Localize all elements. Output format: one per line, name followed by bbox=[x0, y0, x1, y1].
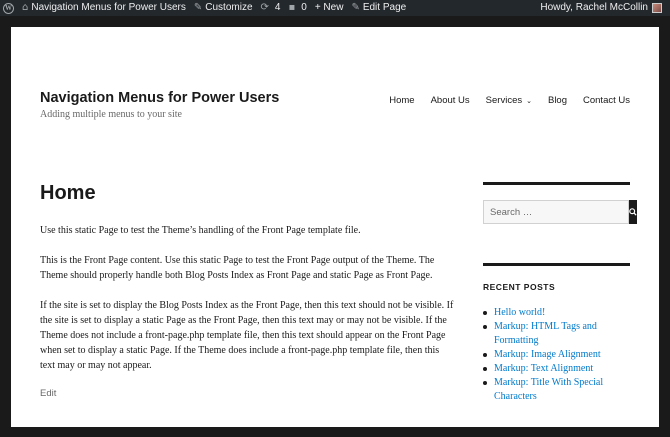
admin-account[interactable]: Howdy, Rachel McCollin bbox=[540, 0, 670, 16]
site-title[interactable]: Navigation Menus for Power Users bbox=[40, 90, 279, 106]
nav-item-label: Blog bbox=[547, 95, 567, 106]
entry-paragraph-3: If the site is set to display the Blog P… bbox=[40, 300, 454, 371]
updates-count: 4 bbox=[274, 2, 281, 13]
nav-item-home[interactable]: Home bbox=[389, 95, 414, 106]
admin-comments[interactable]: ▪ 0 bbox=[284, 0, 310, 16]
search-input[interactable] bbox=[483, 200, 629, 224]
admin-bar: W ⌂ Navigation Menus for Power Users ✎ C… bbox=[0, 0, 670, 16]
admin-site-name-label: Navigation Menus for Power Users bbox=[31, 2, 186, 13]
avatar bbox=[652, 3, 662, 13]
sidebar: RECENT POSTS Hello world! Markup: HTML T… bbox=[483, 182, 637, 404]
recent-posts-list: Hello world! Markup: HTML Tags and Forma… bbox=[483, 306, 630, 404]
site-description: Adding multiple menus to your site bbox=[40, 109, 182, 120]
pencil-icon: ✎ bbox=[351, 2, 360, 13]
main-content: Home Use this static Page to test the Th… bbox=[40, 182, 454, 399]
admin-howdy-label: Howdy, Rachel McCollin bbox=[540, 2, 648, 13]
recent-post-link[interactable]: Markup: HTML Tags and Formatting bbox=[483, 320, 630, 348]
entry-paragraph-2: This is the Front Page content. Use this… bbox=[40, 255, 435, 281]
admin-customize[interactable]: ✎ Customize bbox=[190, 0, 257, 16]
admin-edit-page-label: Edit Page bbox=[362, 2, 407, 13]
entry-paragraph-1: Use this static Page to test the Theme’s… bbox=[40, 225, 361, 236]
recent-post-link[interactable]: Markup: Title With Special Characters bbox=[483, 376, 630, 404]
search-form bbox=[483, 200, 637, 224]
search-button[interactable] bbox=[629, 200, 637, 224]
recent-post-link[interactable]: Hello world! bbox=[483, 306, 630, 320]
widget-divider bbox=[483, 263, 630, 266]
nav-item-label: Home bbox=[389, 95, 415, 106]
widget-divider bbox=[483, 182, 630, 185]
recent-posts-title: RECENT POSTS bbox=[483, 282, 556, 292]
admin-edit-page[interactable]: ✎ Edit Page bbox=[347, 0, 410, 16]
comments-count: 0 bbox=[301, 2, 307, 13]
edit-link[interactable]: Edit bbox=[40, 388, 454, 399]
wordpress-logo-icon: W bbox=[3, 2, 14, 14]
nav-item-services[interactable]: Services ⌄ bbox=[486, 95, 532, 106]
paintbrush-icon: ✎ bbox=[193, 2, 203, 13]
nav-item-label: Contact Us bbox=[583, 95, 630, 106]
search-icon bbox=[629, 208, 637, 216]
admin-new[interactable]: + New bbox=[311, 0, 348, 16]
home-icon: ⌂ bbox=[22, 2, 29, 13]
recent-post-link[interactable]: Markup: Image Alignment bbox=[483, 348, 630, 362]
comment-icon: ▪ bbox=[288, 2, 296, 13]
nav-item-blog[interactable]: Blog bbox=[548, 95, 567, 106]
chevron-down-icon[interactable]: ⌄ bbox=[526, 97, 532, 105]
recent-post-link[interactable]: Markup: Text Alignment bbox=[483, 362, 630, 376]
page: Navigation Menus for Power Users Adding … bbox=[11, 27, 659, 427]
admin-updates[interactable]: ⟳ 4 bbox=[257, 0, 285, 16]
nav-item-label: Services bbox=[485, 95, 523, 106]
admin-site-name[interactable]: ⌂ Navigation Menus for Power Users bbox=[18, 0, 190, 16]
site-header: Navigation Menus for Power Users Adding … bbox=[40, 90, 630, 130]
admin-new-label: + New bbox=[314, 2, 344, 13]
wp-logo-menu[interactable]: W bbox=[0, 2, 18, 14]
admin-customize-label: Customize bbox=[205, 2, 253, 13]
updates-icon: ⟳ bbox=[260, 2, 269, 13]
nav-item-about-us[interactable]: About Us bbox=[431, 95, 470, 106]
page-title: Home bbox=[40, 182, 96, 204]
nav-item-contact-us[interactable]: Contact Us bbox=[583, 95, 630, 106]
main-navigation: Home About Us Services ⌄ Blog Contact Us bbox=[389, 95, 630, 106]
nav-item-label: About Us bbox=[430, 95, 470, 106]
